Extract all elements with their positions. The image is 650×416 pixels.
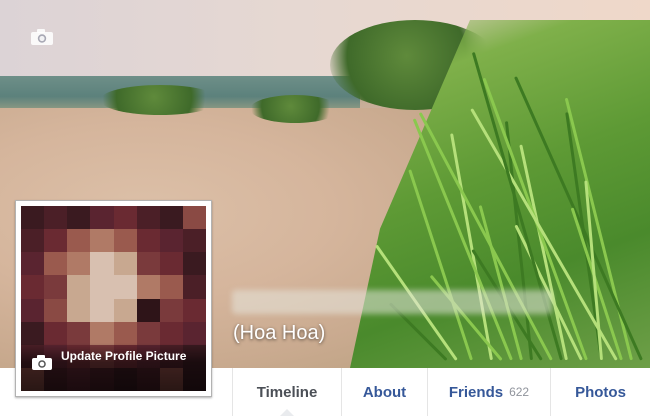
tab-friends[interactable]: Friends 622 xyxy=(428,368,551,416)
active-tab-caret xyxy=(280,409,294,416)
profile-tabs: Timeline About Friends 622 Photos xyxy=(232,368,650,416)
tab-photos[interactable]: Photos xyxy=(551,368,650,416)
name-blurred xyxy=(232,290,552,314)
tab-label: Timeline xyxy=(256,383,318,401)
camera-icon[interactable] xyxy=(30,28,54,46)
cover-bush xyxy=(100,85,220,115)
profile-name[interactable]: (Hoa Hoa) xyxy=(233,322,325,345)
tab-label: About xyxy=(362,383,407,401)
profile-picture-frame[interactable]: Update Profile Picture xyxy=(15,200,212,397)
camera-icon xyxy=(32,355,52,370)
tab-timeline[interactable]: Timeline xyxy=(233,368,342,416)
profile-picture[interactable]: Update Profile Picture xyxy=(21,206,206,391)
tab-label: Photos xyxy=(575,383,626,401)
friends-count: 622 xyxy=(509,385,530,399)
cover-bush xyxy=(250,95,340,123)
tab-about[interactable]: About xyxy=(342,368,428,416)
tab-label: Friends xyxy=(448,383,504,401)
update-profile-picture-label[interactable]: Update Profile Picture xyxy=(61,347,191,365)
